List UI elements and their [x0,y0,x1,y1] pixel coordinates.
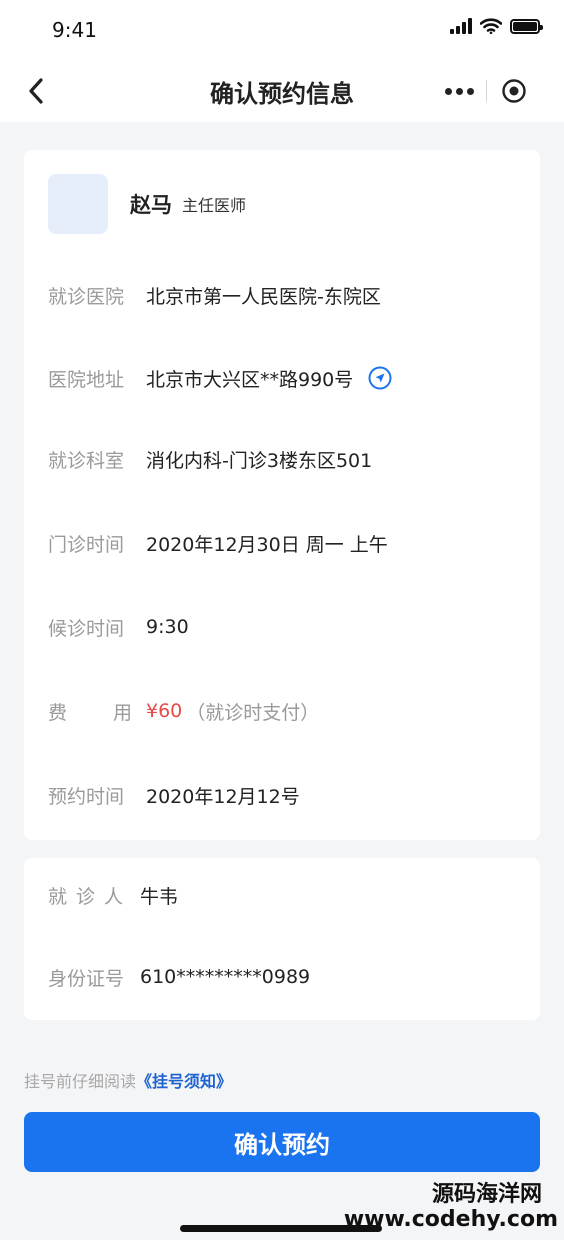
address-row: 医院地址 北京市大兴区**路990号 [48,363,393,393]
clinic-time-value: 2020年12月30日 周一 上午 [146,533,388,556]
watermark: 源码海洋网 www.codehy.com [344,1182,558,1233]
wait-time-row: 候诊时间 9:30 [48,612,189,642]
doctor-row: 赵马 主任医师 [48,174,246,234]
mini-program-capsule [432,74,542,108]
more-button[interactable] [432,74,486,108]
patient-card: 就诊人 牛韦 身份证号 610*********0989 [24,858,540,1020]
fee-label-part-2: 用 [112,701,132,724]
registration-notice: 挂号前仔细阅读《挂号须知》 [24,1068,232,1092]
booking-time-label: 预约时间 [48,785,125,808]
patient-name-row[interactable]: 就诊人 牛韦 [48,880,178,910]
watermark-url: www.codehy.com [343,1207,558,1233]
status-time: 9:41 [52,18,97,42]
address-label: 医院地址 [48,368,125,391]
booking-time-row: 预约时间 2020年12月12号 [48,780,300,810]
clinic-time-label: 门诊时间 [48,533,125,556]
registration-rules-link[interactable]: 《挂号须知》 [136,1072,232,1091]
department-value: 消化内科-门诊3楼东区501 [146,449,373,472]
department-row: 就诊科室 消化内科-门诊3楼东区501 [48,444,372,474]
hospital-value: 北京市第一人民医院-东院区 [146,285,381,308]
navigate-button[interactable] [367,365,393,391]
nav-bar: 确认预约信息 [0,60,564,122]
address-text: 北京市大兴区**路990号 [146,368,354,391]
fee-label: 费 用 [48,698,132,725]
battery-icon [510,18,543,34]
fee-row: 费 用 ¥60 （就诊时支付） [48,696,319,726]
notice-text: 挂号前仔细阅读 [24,1072,137,1091]
doctor-title: 主任医师 [182,196,247,215]
booking-time-value: 2020年12月12号 [146,785,300,808]
clinic-time-row: 门诊时间 2020年12月30日 周一 上午 [48,528,388,558]
id-card-row: 身份证号 610*********0989 [48,962,310,992]
hospital-label: 就诊医院 [48,285,125,308]
patient-name-value: 牛韦 [140,885,179,908]
fee-note: （就诊时支付） [186,701,320,724]
wait-time-value: 9:30 [146,616,189,638]
more-dots-icon [444,87,452,95]
confirm-appointment-button[interactable]: 确认预约 [24,1112,540,1172]
status-bar: 9:41 [0,0,564,60]
hospital-row: 就诊医院 北京市第一人民医院-东院区 [48,280,381,310]
patient-name-label: 就诊人 [48,885,133,908]
watermark-cn: 源码海洋网 [431,1182,542,1207]
id-card-label: 身份证号 [48,967,125,990]
appointment-card: 赵马 主任医师 就诊医院 北京市第一人民医院-东院区 医院地址 北京市大兴区**… [24,150,540,840]
status-icons [450,18,543,34]
wifi-icon [480,18,502,34]
navigation-arrow-icon [368,366,392,390]
target-circle-icon [502,79,526,103]
fee-price: ¥60 [146,700,183,722]
cellular-signal-icon [450,18,472,34]
doctor-name: 赵马 [130,193,172,217]
id-card-value: 610*********0989 [140,966,311,988]
wait-time-label: 候诊时间 [48,617,125,640]
address-value: 北京市大兴区**路990号 [146,365,393,392]
close-mini-program-button[interactable] [487,74,541,108]
department-label: 就诊科室 [48,449,125,472]
fee-value: ¥60 （就诊时支付） [146,698,319,725]
doctor-avatar [48,174,108,234]
fee-label-part-1: 费 [48,701,68,724]
